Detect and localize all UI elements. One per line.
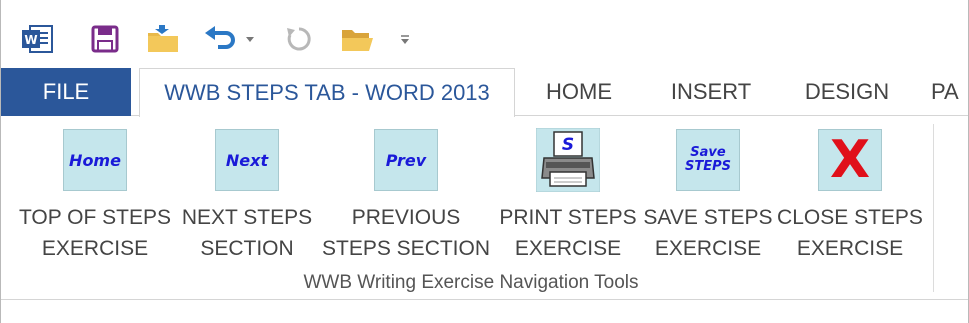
undo-dropdown-icon[interactable] [241, 22, 259, 56]
folder-icon[interactable] [337, 22, 377, 56]
tab-home[interactable]: HOME [531, 68, 627, 116]
save-icon[interactable] [87, 22, 123, 56]
undo-icon[interactable] [201, 22, 237, 56]
previous-steps-button[interactable]: Prev PREVIOUS STEPS SECTION [319, 124, 493, 266]
button-label: PRINT STEPS EXERCISE [499, 206, 637, 260]
tab-design[interactable]: DESIGN [793, 68, 901, 116]
button-label: PREVIOUS STEPS SECTION [321, 206, 491, 260]
next-icon: Next [215, 129, 279, 191]
home-icon: Home [63, 129, 127, 191]
word-app-icon[interactable]: W [19, 22, 55, 56]
word-window: W FILE WWB STEPS TAB - WORD 2013 HOME IN… [0, 0, 969, 323]
redo-icon[interactable] [281, 22, 317, 56]
save-steps-button[interactable]: Save STEPS SAVE STEPS EXERCISE [641, 124, 775, 266]
button-label: TOP OF STEPS EXERCISE [18, 206, 172, 260]
customize-toolbar-icon[interactable] [395, 22, 415, 56]
svg-text:S: S [562, 135, 574, 155]
close-icon: X [818, 129, 882, 191]
tab-page-layout[interactable]: PA [931, 68, 968, 116]
open-folder-icon[interactable] [143, 22, 183, 56]
tab-wwb-steps[interactable]: WWB STEPS TAB - WORD 2013 [139, 68, 515, 117]
print-steps-button[interactable]: S PRINT STEPS EXERCISE [495, 124, 641, 266]
button-label: SAVE STEPS EXERCISE [643, 206, 773, 260]
button-label: CLOSE STEPS EXERCISE [777, 206, 923, 260]
tab-insert[interactable]: INSERT [659, 68, 763, 116]
printer-icon: S [536, 128, 600, 192]
prev-icon: Prev [374, 129, 438, 191]
next-steps-button[interactable]: Next NEXT STEPS SECTION [175, 124, 319, 266]
top-of-steps-button[interactable]: Home TOP OF STEPS EXERCISE [15, 124, 175, 266]
ribbon-group-label: WWB Writing Exercise Navigation Tools [303, 272, 639, 293]
tab-file[interactable]: FILE [1, 68, 131, 116]
button-label: NEXT STEPS SECTION [181, 206, 313, 260]
word-letter: W [24, 33, 37, 47]
close-steps-button[interactable]: X CLOSE STEPS EXERCISE [775, 124, 925, 266]
save-steps-icon: Save STEPS [676, 129, 740, 191]
ribbon-bottom-border [1, 299, 968, 300]
group-separator [933, 124, 934, 292]
